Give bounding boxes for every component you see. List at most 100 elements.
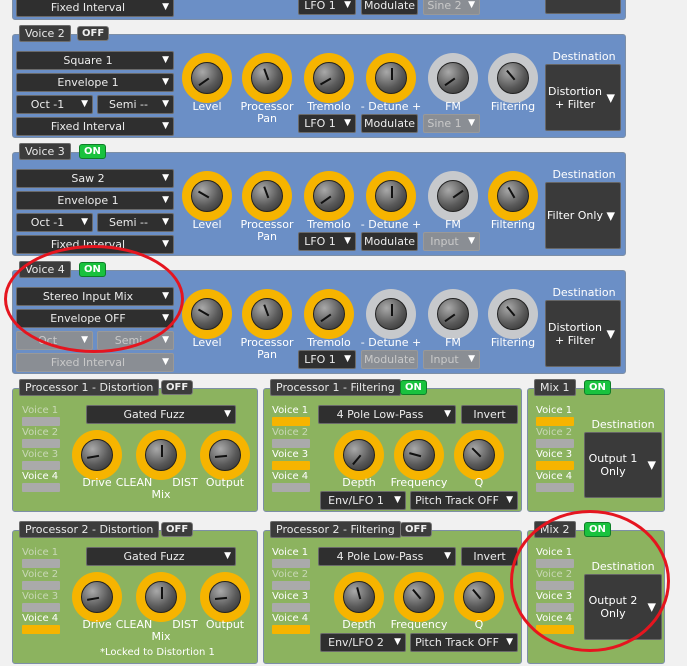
voice3-select[interactable] — [536, 603, 574, 612]
proc1-filt-toggle[interactable]: ON — [400, 380, 427, 395]
voice2-select[interactable] — [22, 439, 60, 448]
proc1-drive-knob[interactable] — [72, 430, 122, 480]
proc2-pitch-dropdown[interactable]: Pitch Track OFF ▼ — [410, 633, 518, 652]
proc2-mix-knob[interactable] — [136, 572, 186, 622]
voice3-detune-knob[interactable] — [366, 171, 416, 221]
voice4-fm-knob[interactable] — [428, 289, 478, 339]
voice2-modulate-button[interactable]: Modulate — [361, 114, 418, 133]
voice3-lfo-dropdown[interactable]: LFO 1 ▼ — [298, 232, 356, 251]
proc2-dist-type-dropdown[interactable]: Gated Fuzz ▼ — [86, 547, 236, 566]
voice1-interval-dropdown[interactable]: Fixed Interval ▼ — [16, 0, 174, 17]
proc2-q-knob[interactable] — [454, 572, 504, 622]
mix1-toggle[interactable]: ON — [584, 380, 611, 395]
voice2-oct-dropdown[interactable]: Oct -1 ▼ — [16, 95, 93, 114]
voice1-modulate-button[interactable]: Modulate — [361, 0, 418, 15]
proc2-drive-knob[interactable] — [72, 572, 122, 622]
voice1-select[interactable] — [272, 559, 310, 568]
proc1-q-knob[interactable] — [454, 430, 504, 480]
mix2-destination-dropdown[interactable]: Output 2 Only ▼ — [584, 574, 662, 640]
proc2-output-knob[interactable] — [200, 572, 250, 622]
voice2-semi-dropdown[interactable]: Semi -- ▼ — [97, 95, 174, 114]
proc1-dist-toggle[interactable]: OFF — [161, 380, 194, 395]
proc2-frequency-knob[interactable] — [394, 572, 444, 622]
voice3-select[interactable] — [536, 461, 574, 470]
voice2-destination-dropdown[interactable]: Distortion + Filter ▼ — [545, 64, 621, 131]
voice2-detune-knob[interactable] — [366, 53, 416, 103]
voice3-toggle[interactable]: ON — [79, 144, 106, 159]
voice2-fm-knob[interactable] — [428, 53, 478, 103]
voice2-select[interactable] — [536, 439, 574, 448]
voice2-filtering-knob[interactable] — [488, 53, 538, 103]
voice4-detune-knob[interactable] — [366, 289, 416, 339]
voice2-select[interactable] — [272, 581, 310, 590]
voice4-filtering-knob[interactable] — [488, 289, 538, 339]
voice4-select[interactable] — [536, 483, 574, 492]
voice4-select[interactable] — [22, 625, 60, 634]
proc1-dist-type-dropdown[interactable]: Gated Fuzz ▼ — [86, 405, 236, 424]
voice2-osc-dropdown[interactable]: Square 1 ▼ — [16, 51, 174, 70]
proc1-pitch-dropdown[interactable]: Pitch Track OFF ▼ — [410, 491, 518, 510]
voice4-pan-knob[interactable] — [242, 289, 292, 339]
voice2-toggle[interactable]: OFF — [77, 26, 110, 41]
voice2-lfo-dropdown[interactable]: LFO 1 ▼ — [298, 114, 356, 133]
voice4-modulate-button[interactable]: Modulate — [361, 350, 418, 369]
voice3-filtering-knob[interactable] — [488, 171, 538, 221]
voice2-interval-dropdown[interactable]: Fixed Interval ▼ — [16, 117, 174, 136]
voice3-select[interactable] — [22, 603, 60, 612]
voice4-interval-dropdown[interactable]: Fixed Interval ▼ — [16, 353, 174, 372]
voice4-lfo-dropdown[interactable]: LFO 1 ▼ — [298, 350, 356, 369]
voice2-tremolo-knob[interactable] — [304, 53, 354, 103]
voice4-toggle[interactable]: ON — [79, 262, 106, 277]
proc1-filt-type-dropdown[interactable]: 4 Pole Low-Pass ▼ — [318, 405, 456, 424]
voice3-tremolo-knob[interactable] — [304, 171, 354, 221]
voice1-wave2-dropdown[interactable]: Sine 2 ▼ — [423, 0, 480, 15]
voice4-oct-dropdown[interactable]: Oct ▼ — [16, 331, 93, 350]
proc2-filt-toggle[interactable]: OFF — [400, 522, 433, 537]
mix2-toggle[interactable]: ON — [584, 522, 611, 537]
voice4-wave2-dropdown[interactable]: Input ▼ — [423, 350, 480, 369]
voice2-select[interactable] — [272, 439, 310, 448]
voice4-osc-dropdown[interactable]: Stereo Input Mix ▼ — [16, 287, 174, 306]
voice1-select[interactable] — [272, 417, 310, 426]
voice4-semi-dropdown[interactable]: Semi ▼ — [97, 331, 174, 350]
voice4-select[interactable] — [272, 625, 310, 634]
voice2-select[interactable] — [22, 581, 60, 590]
voice3-env-dropdown[interactable]: Envelope 1 ▼ — [16, 191, 174, 210]
voice4-env-dropdown[interactable]: Envelope OFF ▼ — [16, 309, 174, 328]
voice3-destination-dropdown[interactable]: Filter Only ▼ — [545, 182, 621, 249]
voice3-semi-dropdown[interactable]: Semi -- ▼ — [97, 213, 174, 232]
voice2-level-knob[interactable] — [182, 53, 232, 103]
voice4-tremolo-knob[interactable] — [304, 289, 354, 339]
voice3-level-knob[interactable] — [182, 171, 232, 221]
proc1-output-knob[interactable] — [200, 430, 250, 480]
voice3-select[interactable] — [272, 461, 310, 470]
proc2-depth-knob[interactable] — [334, 572, 384, 622]
voice3-oct-dropdown[interactable]: Oct -1 ▼ — [16, 213, 93, 232]
voice3-osc-dropdown[interactable]: Saw 2 ▼ — [16, 169, 174, 188]
proc2-dist-toggle[interactable]: OFF — [161, 522, 194, 537]
voice1-lfo-dropdown[interactable]: LFO 1 ▼ — [298, 0, 356, 15]
voice3-interval-dropdown[interactable]: Fixed Interval ▼ — [16, 235, 174, 254]
proc1-frequency-knob[interactable] — [394, 430, 444, 480]
voice2-env-dropdown[interactable]: Envelope 1 ▼ — [16, 73, 174, 92]
voice4-select[interactable] — [272, 483, 310, 492]
voice1-select[interactable] — [22, 559, 60, 568]
proc2-filt-type-dropdown[interactable]: 4 Pole Low-Pass ▼ — [318, 547, 456, 566]
voice4-select[interactable] — [536, 625, 574, 634]
voice1-select[interactable] — [536, 417, 574, 426]
voice2-select[interactable] — [536, 581, 574, 590]
proc1-env-dropdown[interactable]: Env/LFO 1 ▼ — [320, 491, 406, 510]
proc2-invert-button[interactable]: Invert — [461, 547, 518, 566]
voice1-select[interactable] — [22, 417, 60, 426]
voice3-select[interactable] — [22, 461, 60, 470]
voice3-modulate-button[interactable]: Modulate — [361, 232, 418, 251]
proc1-depth-knob[interactable] — [334, 430, 384, 480]
voice3-fm-knob[interactable] — [428, 171, 478, 221]
voice2-wave2-dropdown[interactable]: Sine 1 ▼ — [423, 114, 480, 133]
voice1-destination-dropdown[interactable] — [545, 0, 621, 14]
voice1-select[interactable] — [536, 559, 574, 568]
proc2-env-dropdown[interactable]: Env/LFO 2 ▼ — [320, 633, 406, 652]
voice2-pan-knob[interactable] — [242, 53, 292, 103]
voice3-select[interactable] — [272, 603, 310, 612]
voice4-select[interactable] — [22, 483, 60, 492]
